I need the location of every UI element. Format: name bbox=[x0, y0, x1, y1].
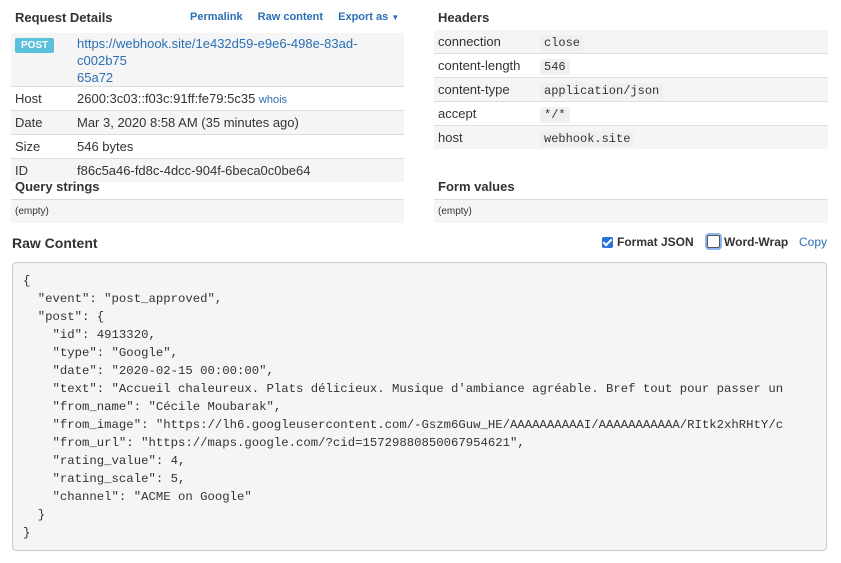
date-label: Date bbox=[11, 110, 73, 135]
code-line: "date": "2020-02-15 00:00:00", bbox=[23, 364, 274, 378]
header-row: content-length 546 bbox=[434, 53, 828, 78]
header-key: host bbox=[434, 125, 536, 149]
export-as-label: Export as bbox=[338, 11, 389, 23]
host-row: Host 2600:3c03::f03c:91ff:fe79:5c35 whoi… bbox=[11, 86, 404, 111]
export-as-dropdown[interactable]: Export as ▼ bbox=[338, 11, 399, 23]
copy-link[interactable]: Copy bbox=[799, 235, 827, 249]
headers-table: connection close content-length 546 cont… bbox=[434, 30, 828, 149]
form-values-title: Form values bbox=[438, 179, 515, 194]
format-json-option[interactable]: Format JSON bbox=[602, 235, 694, 249]
request-url-line-2: 65a72 bbox=[77, 70, 114, 85]
header-key: content-type bbox=[434, 77, 536, 102]
header-value: 546 bbox=[540, 58, 570, 75]
date-value: Mar 3, 2020 8:58 AM (35 minutes ago) bbox=[73, 110, 404, 135]
query-strings-panel bbox=[11, 199, 404, 223]
header-value: application/json bbox=[540, 82, 664, 99]
header-key: content-length bbox=[434, 53, 536, 78]
code-line: "channel": "ACME on Google" bbox=[23, 490, 252, 504]
raw-content-code: { "event": "post_approved", "post": { "i… bbox=[13, 263, 826, 542]
format-json-checkbox[interactable] bbox=[602, 237, 613, 248]
date-row: Date Mar 3, 2020 8:58 AM (35 minutes ago… bbox=[11, 110, 404, 135]
query-strings-title: Query strings bbox=[15, 179, 100, 194]
code-line: "from_url": "https://maps.google.com/?ci… bbox=[23, 436, 525, 450]
headers-title: Headers bbox=[438, 10, 490, 25]
word-wrap-option[interactable]: Word-Wrap bbox=[707, 235, 788, 249]
size-row: Size 546 bytes bbox=[11, 134, 404, 159]
header-row: connection close bbox=[434, 30, 828, 54]
code-line: "id": 4913320, bbox=[23, 328, 156, 342]
code-line: "event": "post_approved", bbox=[23, 292, 223, 306]
raw-content-link[interactable]: Raw content bbox=[258, 11, 323, 23]
id-value: f86c5a46-fd8c-4dcc-904f-6beca0c0be64 bbox=[73, 158, 404, 182]
method-badge: POST bbox=[15, 38, 55, 53]
code-line: { bbox=[23, 274, 31, 288]
size-label: Size bbox=[11, 134, 73, 159]
header-key: accept bbox=[434, 101, 536, 126]
code-line: "post": { bbox=[23, 310, 105, 324]
header-value: close bbox=[540, 34, 585, 51]
request-details-title: Request Details bbox=[15, 10, 113, 25]
form-values-empty: (empty) bbox=[438, 206, 472, 217]
word-wrap-checkbox[interactable] bbox=[707, 235, 720, 248]
header-row: host webhook.site bbox=[434, 125, 828, 149]
size-value: 546 bytes bbox=[73, 134, 404, 159]
whois-link[interactable]: whois bbox=[259, 94, 287, 106]
code-line: "type": "Google", bbox=[23, 346, 178, 360]
query-strings-empty: (empty) bbox=[15, 206, 49, 217]
code-line: } bbox=[23, 526, 31, 540]
code-line: "rating_value": 4, bbox=[23, 454, 186, 468]
permalink-link[interactable]: Permalink bbox=[190, 11, 243, 23]
header-value: */* bbox=[540, 106, 570, 123]
header-key: connection bbox=[434, 30, 536, 54]
caret-down-icon: ▼ bbox=[391, 13, 400, 22]
request-url-link[interactable]: https://webhook.site/1e432d59-e9e6-498e-… bbox=[77, 36, 357, 85]
raw-content-title: Raw Content bbox=[12, 235, 98, 251]
request-details-table: POST https://webhook.site/1e432d59-e9e6-… bbox=[11, 33, 404, 182]
format-json-label: Format JSON bbox=[617, 235, 694, 249]
host-label: Host bbox=[11, 86, 73, 111]
code-line: "text": "Accueil chaleureux. Plats délic… bbox=[23, 382, 784, 396]
word-wrap-label: Word-Wrap bbox=[724, 235, 789, 249]
raw-content-box[interactable]: { "event": "post_approved", "post": { "i… bbox=[12, 262, 827, 551]
request-url-line-1: https://webhook.site/1e432d59-e9e6-498e-… bbox=[77, 36, 358, 68]
code-line: "rating_scale": 5, bbox=[23, 472, 186, 486]
code-line: } bbox=[23, 508, 46, 522]
header-value: webhook.site bbox=[540, 130, 635, 147]
code-line: "from_name": "Cécile Moubarak", bbox=[23, 400, 282, 414]
header-row: content-type application/json bbox=[434, 77, 828, 102]
header-row: accept */* bbox=[434, 101, 828, 126]
code-line: "from_image": "https://lh6.googleusercon… bbox=[23, 418, 784, 432]
request-actions: Permalink Raw content Export as ▼ bbox=[178, 11, 399, 23]
host-value: 2600:3c03::f03c:91ff:fe79:5c35 bbox=[77, 91, 256, 106]
form-values-panel bbox=[434, 199, 828, 223]
